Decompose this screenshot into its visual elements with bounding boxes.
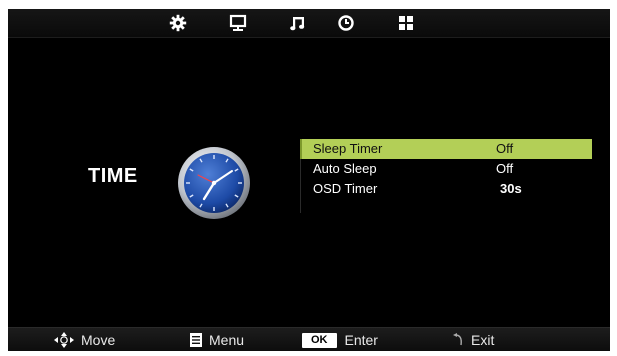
hint-exit-label: Exit (471, 332, 495, 348)
clock-icon (338, 15, 354, 31)
gear-icon (169, 14, 187, 32)
ok-key-icon: OK (302, 332, 337, 348)
menu-item-sleep-timer[interactable]: Sleep Timer Off (300, 139, 592, 159)
menu-item-label: OSD Timer (313, 181, 378, 196)
hint-menu: Menu (190, 328, 244, 351)
grid-icon (399, 16, 413, 30)
hint-enter-label: Enter (344, 332, 378, 348)
tab-option[interactable] (392, 11, 420, 35)
return-arrow-icon (453, 333, 462, 346)
move-arrows-icon (54, 332, 74, 348)
menu-item-auto-sleep[interactable]: Auto Sleep Off (300, 159, 592, 179)
hint-move-label: Move (81, 332, 116, 348)
hint-menu-label: Menu (209, 332, 245, 348)
top-tab-bar (8, 9, 610, 38)
page-title: TIME (88, 165, 138, 187)
bottom-hint-bar: Move Menu OK Enter Exit (8, 327, 610, 351)
analog-clock-icon (178, 147, 250, 219)
menu-item-label: Sleep Timer (313, 141, 383, 156)
tv-osd-screen: TIME Sleep Timer Off Auto Sleep Off OSD … (8, 9, 610, 351)
menu-item-value: Off (496, 161, 514, 176)
menu-item-label: Auto Sleep (313, 161, 377, 176)
tab-setup[interactable] (164, 11, 192, 35)
menu-item-value: 30s (500, 181, 522, 196)
hint-enter: OK Enter (302, 328, 378, 351)
menu-divider (300, 159, 301, 213)
hint-move: Move (54, 328, 115, 351)
tab-picture[interactable] (224, 11, 252, 35)
tab-sound[interactable] (284, 11, 312, 35)
menu-item-value: Off (496, 141, 514, 156)
menu-item-osd-timer[interactable]: OSD Timer 30s (300, 179, 592, 199)
music-note-icon (290, 17, 305, 31)
time-settings-menu: Sleep Timer Off Auto Sleep Off OSD Timer… (300, 139, 592, 213)
monitor-icon (229, 14, 247, 31)
hint-exit: Exit (452, 328, 494, 351)
tab-time[interactable] (332, 11, 360, 35)
menu-icon (190, 333, 202, 347)
